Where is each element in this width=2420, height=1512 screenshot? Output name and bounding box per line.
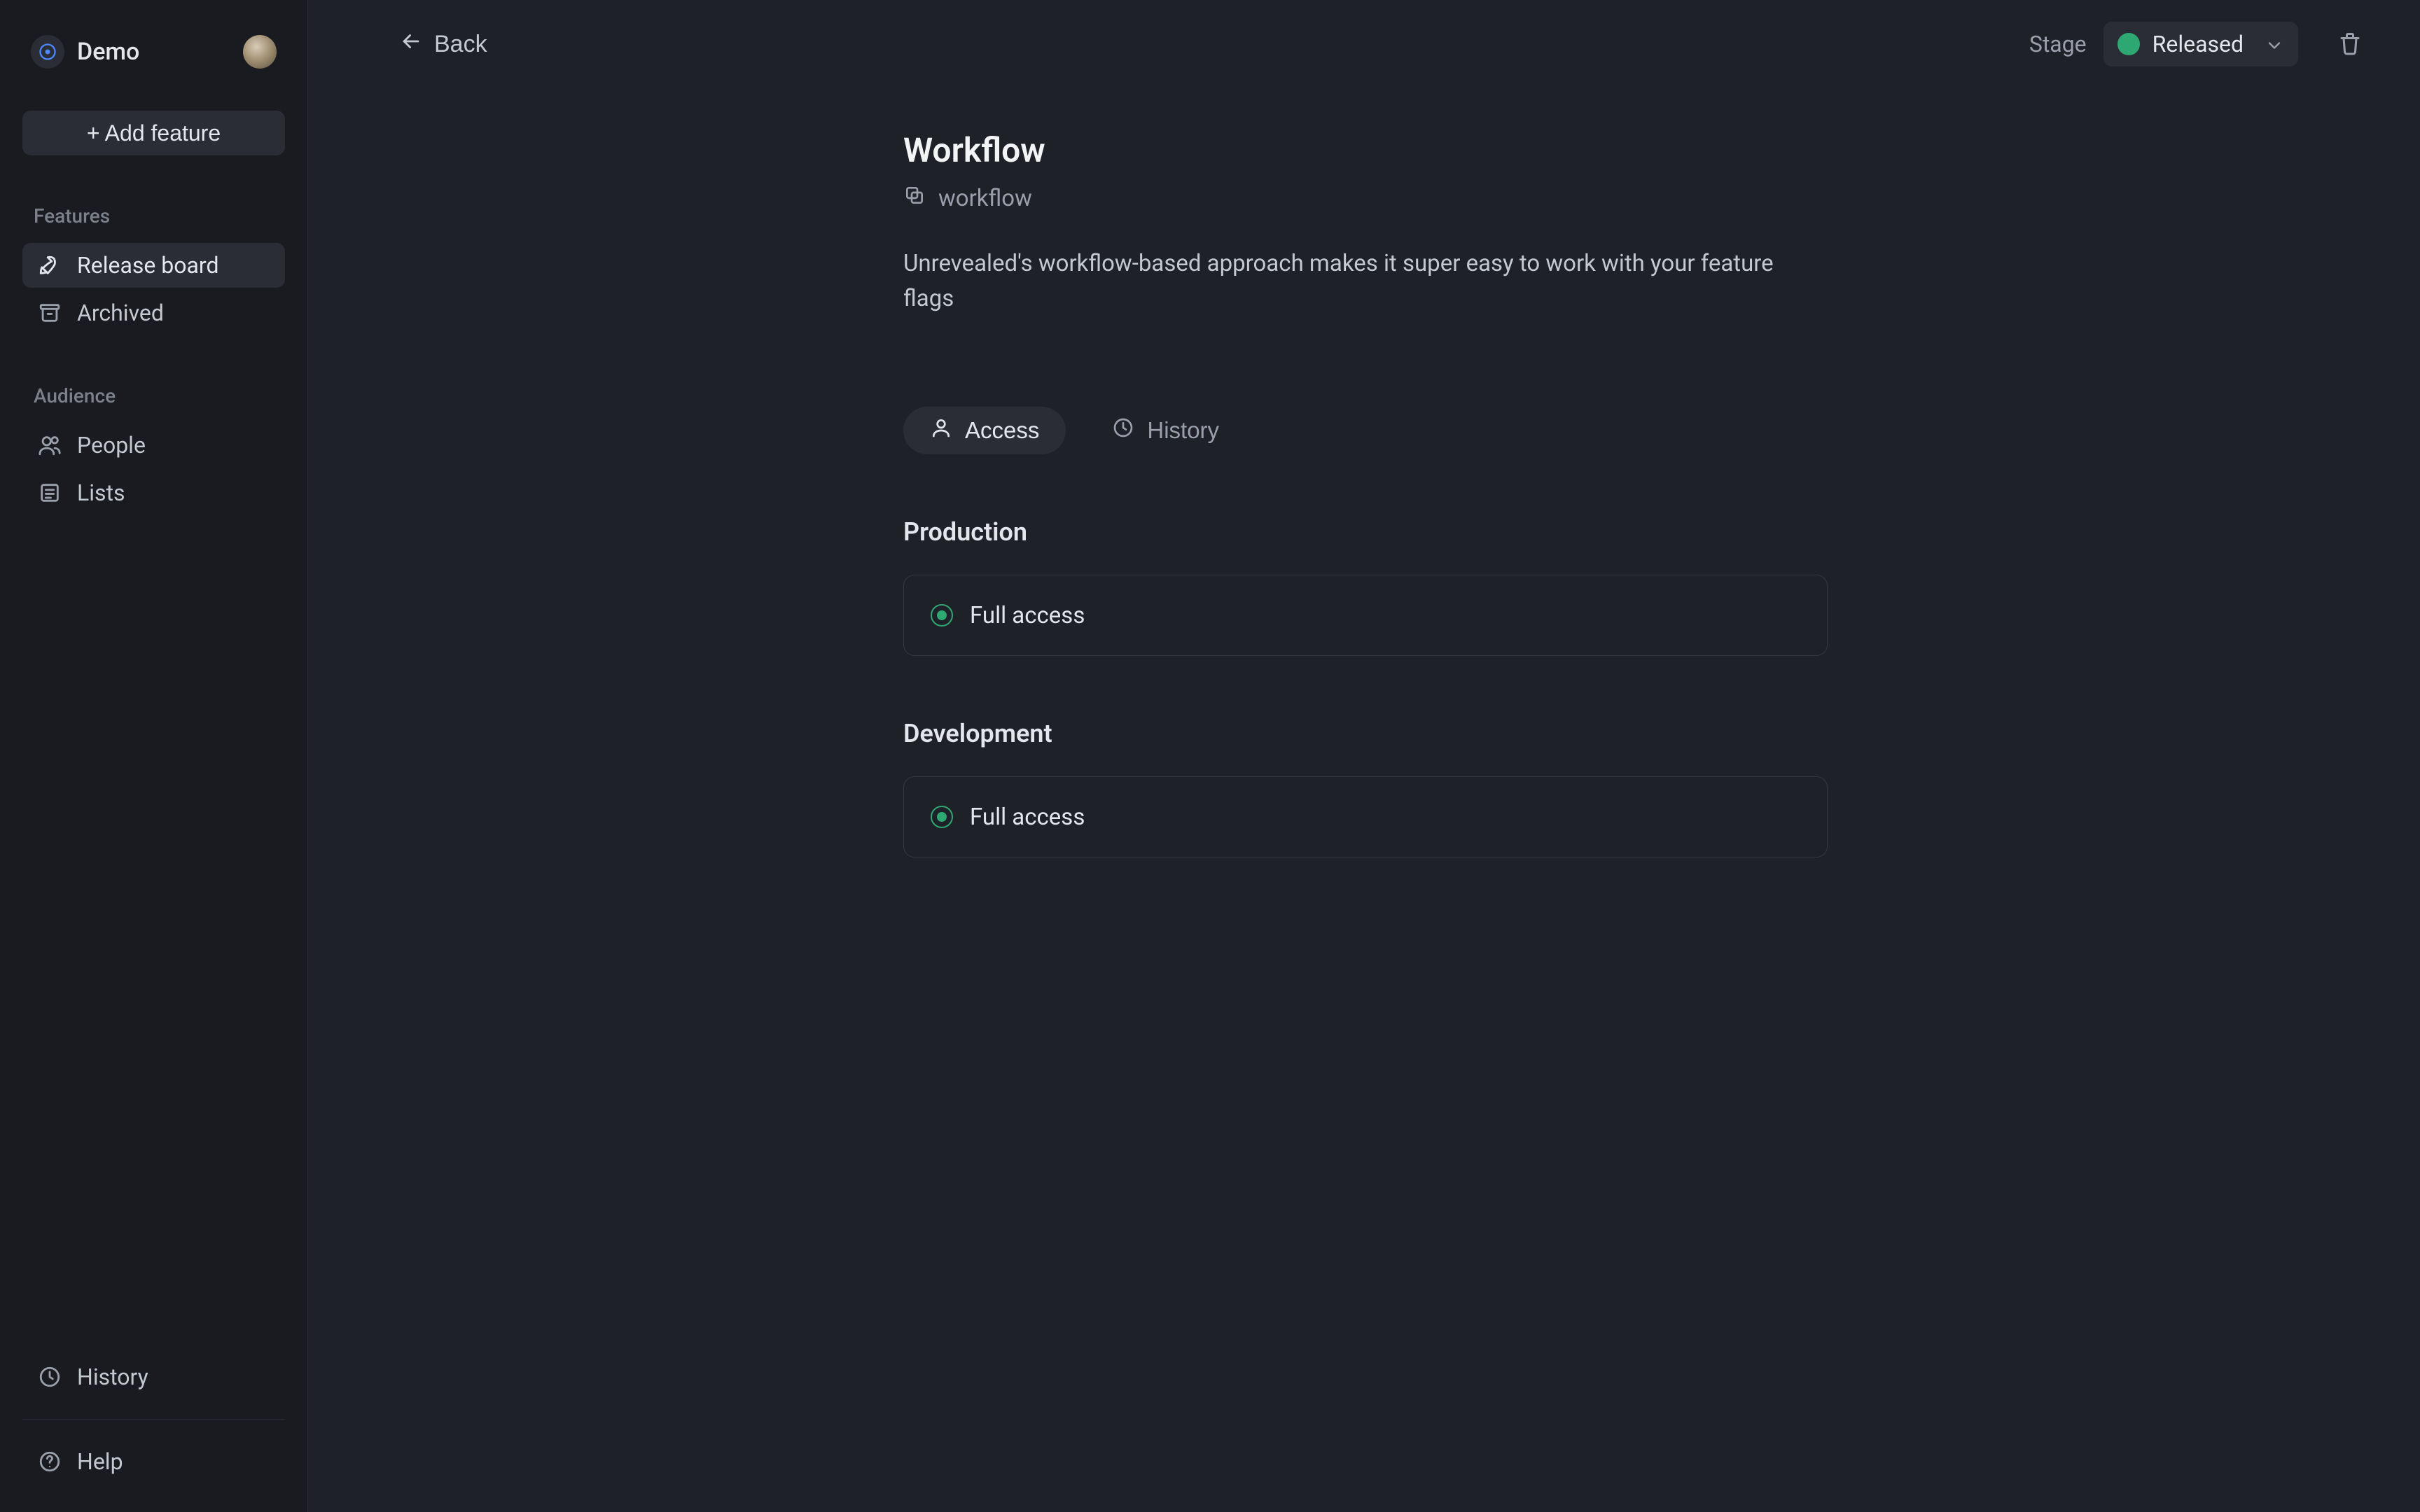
trash-icon [2337,31,2363,58]
tab-label: Access [965,417,1039,444]
user-icon [930,416,952,444]
divider [22,1419,285,1420]
stage-label: Stage [2029,31,2087,57]
workspace-logo-icon [31,35,64,69]
page-description: Unrevealed's workflow-based approach mak… [903,246,1828,316]
environment-section: Production Full access [903,517,1828,656]
stage-status-dot [2118,33,2140,55]
add-feature-label: + Add feature [87,120,221,146]
environment-section: Development Full access [903,719,1828,858]
tab-history[interactable]: History [1085,407,1246,454]
access-label: Full access [970,804,1085,831]
arrow-left-icon [399,29,423,59]
access-card[interactable]: Full access [903,776,1828,858]
history-icon [38,1365,62,1389]
sidebar-item-label: Help [77,1448,123,1475]
sidebar-item-label: People [77,432,146,458]
archive-icon [38,301,62,325]
section-label-features: Features [22,204,285,227]
chevron-down-icon [2265,34,2284,54]
content: Workflow workflow Unrevealed's workflow-… [308,88,2420,1512]
sidebar-item-label: Archived [77,300,164,326]
access-label: Full access [970,602,1085,629]
delete-button[interactable] [2330,24,2370,64]
lists-icon [38,481,62,505]
environment-title: Production [903,517,1828,547]
slug-copy[interactable]: workflow [903,184,1828,213]
workspace-name: Demo [77,38,139,66]
sidebar-item-help[interactable]: Help [22,1439,285,1484]
sidebar-item-label: Release board [77,252,218,279]
workspace-switcher[interactable]: Demo [31,35,139,69]
sidebar-item-label: History [77,1364,148,1390]
slug-text: workflow [938,185,1032,212]
copy-icon [903,184,926,213]
tab-access[interactable]: Access [903,407,1066,454]
tabs: Access History [903,407,1828,454]
sidebar-header: Demo [22,35,285,69]
back-label: Back [434,31,487,58]
sidebar-item-release-board[interactable]: Release board [22,243,285,288]
section-label-audience: Audience [22,384,285,407]
tab-label: History [1147,417,1219,444]
page-title: Workflow [903,130,1828,170]
access-card[interactable]: Full access [903,575,1828,656]
access-status-icon [931,604,953,626]
history-icon [1112,416,1134,444]
help-icon [38,1450,62,1474]
sidebar: Demo + Add feature Features Release boar… [0,0,308,1512]
back-button[interactable]: Back [399,29,487,59]
rocket-icon [38,253,62,277]
stage-select[interactable]: Released [2103,22,2298,66]
avatar[interactable] [243,35,277,69]
topbar: Back Stage Released [308,0,2420,88]
add-feature-button[interactable]: + Add feature [22,111,285,155]
nav-group-audience: Audience People Lists [22,384,285,515]
sidebar-item-people[interactable]: People [22,423,285,468]
access-status-icon [931,806,953,828]
sidebar-item-lists[interactable]: Lists [22,470,285,515]
sidebar-item-archived[interactable]: Archived [22,290,285,335]
main: Back Stage Released Workflow [308,0,2420,1512]
sidebar-item-history[interactable]: History [22,1354,285,1399]
sidebar-item-label: Lists [77,479,125,506]
stage-value: Released [2153,31,2244,57]
people-icon [38,433,62,457]
nav-group-features: Features Release board Archived [22,204,285,335]
environment-title: Development [903,719,1828,748]
sidebar-footer: History Help [22,1354,285,1484]
